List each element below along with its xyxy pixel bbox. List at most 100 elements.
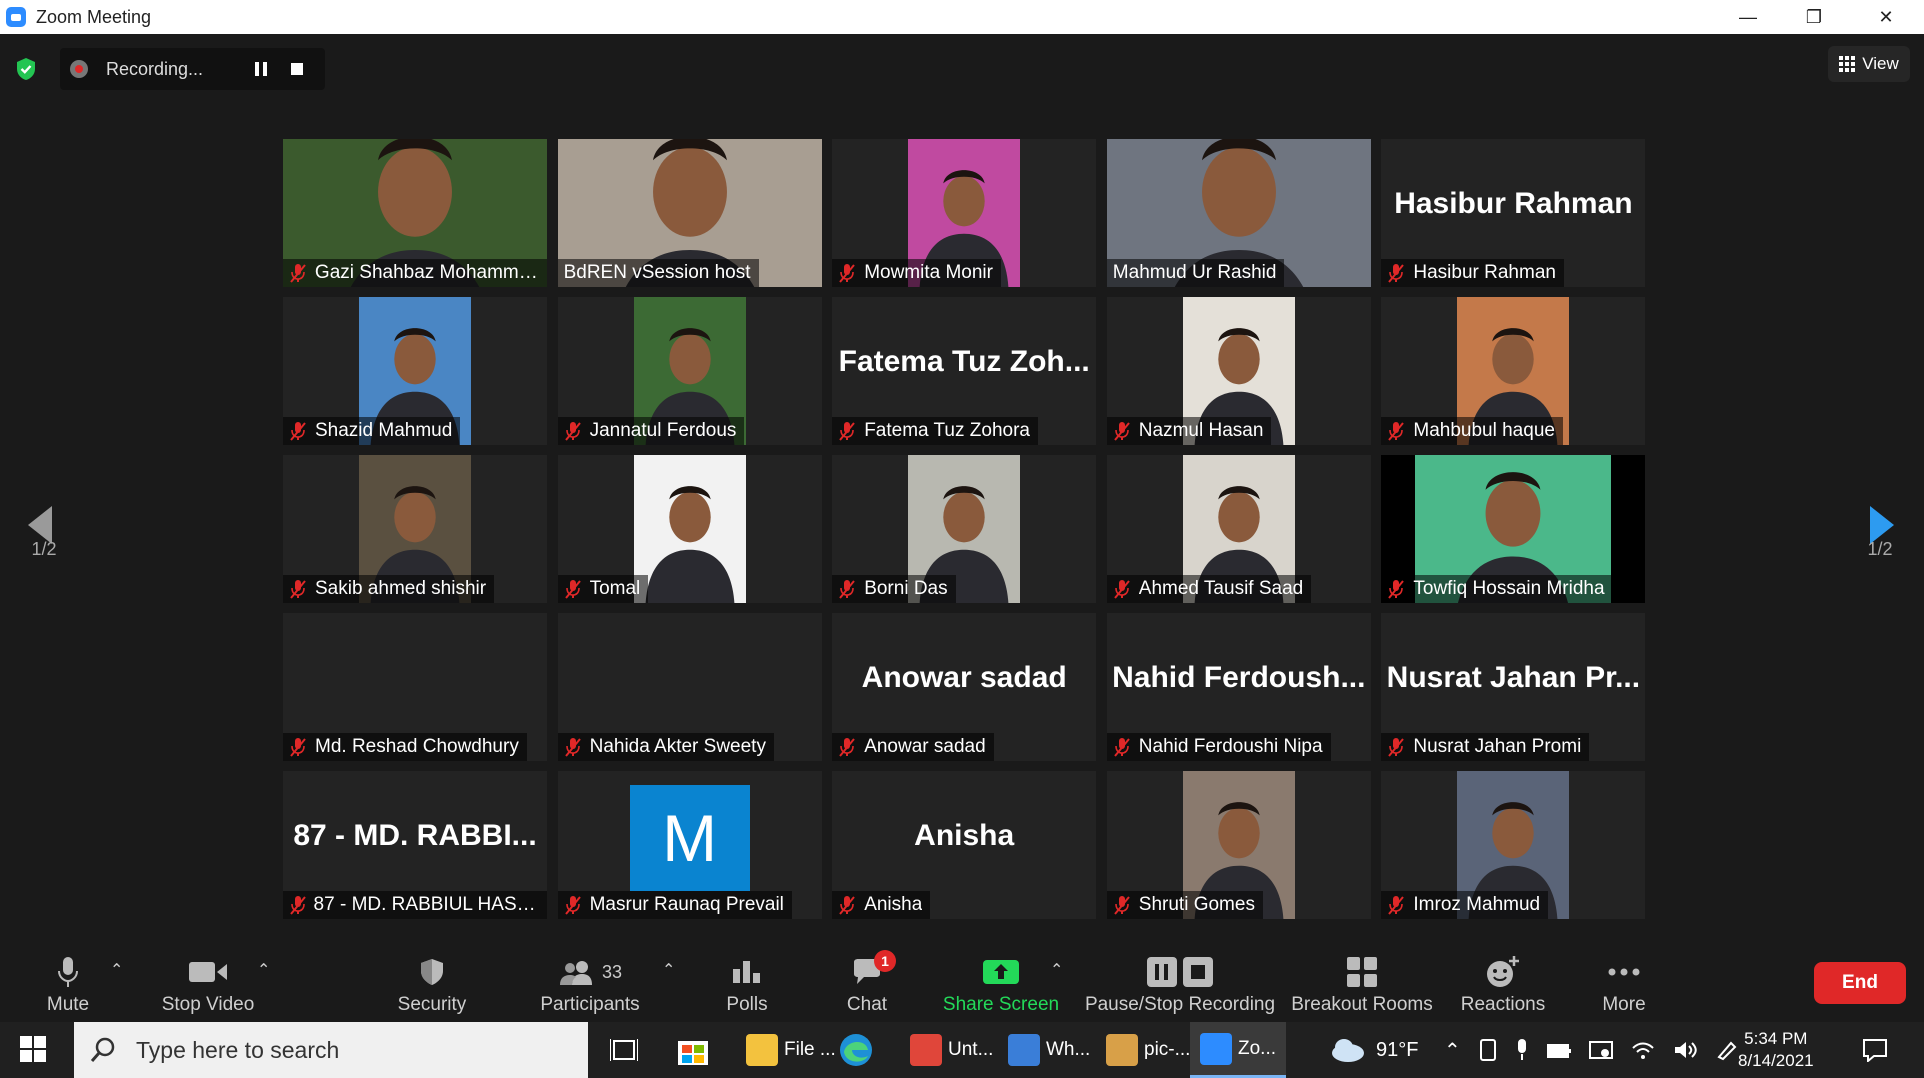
view-button[interactable]: View	[1828, 46, 1910, 82]
battery-icon[interactable]	[1546, 1041, 1571, 1059]
taskbar-app-icon	[746, 1034, 778, 1066]
participant-name: BdREN vSession host	[563, 262, 751, 283]
tray-app-icon[interactable]	[1588, 1039, 1613, 1061]
participant-tile[interactable]: M Masrur Raunaq Prevail	[557, 771, 822, 919]
taskbar-app-button[interactable]: Unt...	[900, 1022, 1003, 1078]
participant-tile[interactable]: Gazi Shahbaz Mohammad	[283, 139, 547, 287]
participant-tile[interactable]: Shruti Gomes	[1106, 771, 1371, 919]
restore-button[interactable]: ❐	[1786, 0, 1842, 34]
taskbar-app-label: File ...	[784, 1039, 836, 1060]
participant-tile[interactable]: Fatema Tuz Zoh... Fatema Tuz Zohora	[832, 297, 1097, 445]
pause-stop-recording-button[interactable]: Pause/Stop Recording	[1084, 952, 1276, 1022]
participant-tile[interactable]: Mowmita Monir	[832, 139, 1097, 287]
mute-button[interactable]: Mute	[40, 952, 96, 1022]
breakout-rooms-button[interactable]: Breakout Rooms	[1291, 952, 1433, 1022]
participant-name-bar: Towfiq Hossain Mridha	[1381, 575, 1613, 603]
breakout-rooms-label: Breakout Rooms	[1291, 994, 1433, 1015]
participant-tile[interactable]: Tomal	[557, 455, 822, 603]
taskbar-search-box[interactable]: Type here to search	[74, 1022, 588, 1078]
participant-name: Anowar sadad	[864, 736, 986, 757]
encryption-shield-icon[interactable]	[12, 55, 40, 83]
participant-name-bar: Anisha	[832, 891, 931, 919]
participant-tile[interactable]: Towfiq Hossain Mridha	[1381, 455, 1646, 603]
video-letterbox	[1611, 455, 1646, 603]
participant-tile[interactable]: Anisha Anisha	[832, 771, 1097, 919]
more-label: More	[1602, 994, 1646, 1015]
muted-mic-icon	[290, 580, 306, 599]
participant-tile[interactable]: Hasibur Rahman Hasibur Rahman	[1381, 139, 1646, 287]
tray-device-icon[interactable]	[1479, 1039, 1497, 1061]
participant-tile[interactable]: Nazmul Hasan	[1106, 297, 1371, 445]
weather-widget[interactable]: 91°F	[1330, 1022, 1418, 1078]
close-window-button[interactable]: ✕	[1858, 0, 1914, 34]
taskbar-app-label: Wh...	[1046, 1039, 1091, 1060]
participant-name: Shazid Mahmud	[315, 420, 453, 441]
participant-name-bar: Nahida Akter Sweety	[557, 733, 774, 761]
participant-tile[interactable]: BdREN vSession host	[557, 139, 822, 287]
participant-tile[interactable]: Sakib ahmed shishir	[283, 455, 547, 603]
participant-tile[interactable]: Nusrat Jahan Pr... Nusrat Jahan Promi	[1381, 613, 1646, 761]
taskbar-app-button[interactable]: pic-...	[1096, 1022, 1200, 1078]
participant-tile[interactable]: Ahmed Tausif Saad	[1106, 455, 1371, 603]
volume-icon[interactable]	[1673, 1039, 1697, 1061]
pen-icon[interactable]	[1715, 1039, 1737, 1061]
participant-name-bar: Ahmed Tausif Saad	[1106, 575, 1312, 603]
taskbar-app-button[interactable]: Wh...	[998, 1022, 1100, 1078]
muted-mic-icon	[290, 738, 306, 757]
participants-options-caret-icon[interactable]: ⌃	[662, 960, 675, 980]
muted-mic-icon	[1114, 422, 1130, 441]
share-options-caret-icon[interactable]: ⌃	[1050, 960, 1063, 980]
stop-video-button[interactable]: Stop Video	[156, 952, 260, 1022]
polls-button[interactable]: Polls	[720, 952, 774, 1022]
muted-mic-icon	[839, 264, 855, 283]
participant-tile[interactable]: Nahid Ferdoush... Nahid Ferdoushi Nipa	[1106, 613, 1371, 761]
windows-start-button[interactable]	[20, 1036, 46, 1067]
muted-mic-icon	[1388, 580, 1405, 599]
tray-chevron-icon[interactable]: ⌃	[1444, 1038, 1461, 1063]
view-label: View	[1862, 54, 1899, 73]
audio-options-caret-icon[interactable]: ⌃	[110, 960, 123, 980]
participant-tile[interactable]: Md. Reshad Chowdhury	[283, 613, 547, 761]
participant-tile[interactable]: Nahida Akter Sweety	[557, 613, 822, 761]
polls-icon	[733, 961, 760, 983]
video-options-caret-icon[interactable]: ⌃	[257, 960, 270, 980]
participant-tile[interactable]: Mahbubul haque	[1381, 297, 1646, 445]
pause-stop-recording-label: Pause/Stop Recording	[1084, 994, 1276, 1015]
minimize-button[interactable]: —	[1720, 0, 1776, 34]
security-button[interactable]: Security	[390, 952, 474, 1022]
participant-tile[interactable]: Imroz Mahmud	[1381, 771, 1646, 919]
participant-tile[interactable]: 87 - MD. RABBI... 87 - MD. RABBIUL HASAN.…	[283, 771, 547, 919]
reactions-button[interactable]: Reactions	[1460, 952, 1546, 1022]
participant-tile[interactable]: Mahmud Ur Rashid	[1106, 139, 1371, 287]
participant-tile[interactable]: Shazid Mahmud	[283, 297, 547, 445]
participant-tile[interactable]: Jannatul Ferdous	[557, 297, 822, 445]
tray-mic-icon[interactable]	[1515, 1038, 1529, 1062]
taskbar-app-icon	[1200, 1032, 1232, 1065]
taskbar-app-button[interactable]: Zo...	[1190, 1022, 1287, 1078]
participant-display-name: Nusrat Jahan Pr...	[1386, 661, 1641, 694]
recording-bar: Recording...	[12, 48, 326, 90]
edge-browser-button[interactable]	[838, 1022, 874, 1078]
wifi-icon[interactable]	[1631, 1040, 1655, 1060]
pause-recording-button[interactable]	[243, 51, 279, 87]
end-meeting-button[interactable]: End	[1814, 962, 1906, 1004]
microsoft-store-button[interactable]	[676, 1022, 710, 1078]
restore-icon: ❐	[1805, 6, 1823, 27]
notifications-button[interactable]	[1862, 1022, 1888, 1078]
chat-badge: 1	[874, 950, 896, 972]
page-indicator-right: 1/2	[1867, 539, 1893, 559]
stop-recording-button[interactable]	[279, 51, 315, 87]
more-button[interactable]: More	[1596, 952, 1652, 1022]
participant-video	[633, 455, 746, 603]
participant-name-bar: Jannatul Ferdous	[557, 417, 745, 445]
participants-button[interactable]: 33 Participants	[540, 952, 640, 1022]
window-title: Zoom Meeting	[36, 6, 152, 27]
taskbar-app-button[interactable]: File ...	[736, 1022, 846, 1078]
taskbar-clock[interactable]: 5:34 PM 8/14/2021	[1738, 1028, 1814, 1072]
participant-display-name: Hasibur Rahman	[1394, 187, 1633, 220]
participant-tile[interactable]: Borni Das	[832, 455, 1097, 603]
share-screen-button[interactable]: Share Screen	[942, 952, 1060, 1022]
task-view-button[interactable]	[610, 1022, 642, 1078]
chat-button[interactable]: 1 Chat	[840, 950, 896, 1022]
participant-tile[interactable]: Anowar sadad Anowar sadad	[832, 613, 1097, 761]
